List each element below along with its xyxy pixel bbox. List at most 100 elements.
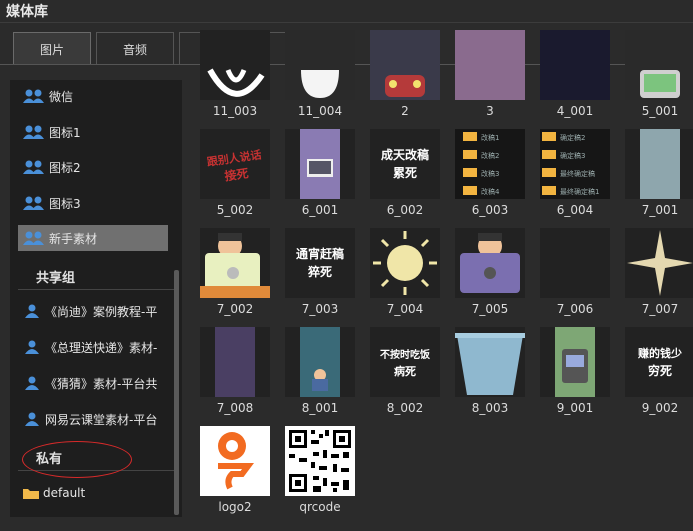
folder-icon (22, 486, 40, 500)
thumbnail-label: 7_007 (641, 302, 679, 316)
thumbnail-7-005[interactable] (455, 228, 525, 298)
group-icon (22, 124, 46, 140)
thumbnail-7-007[interactable] (625, 228, 693, 298)
annotation-ellipse (22, 441, 132, 478)
group-icon (22, 195, 46, 211)
thumbnail-label: 7_008 (216, 401, 254, 415)
thumbnail-6-001[interactable] (285, 129, 355, 199)
sidebar-item-label: 图标3 (49, 196, 81, 211)
svg-text:确定稿3: 确定稿3 (560, 151, 585, 160)
svg-text:改稿4: 改稿4 (481, 187, 500, 196)
thumbnail-7-004[interactable] (370, 228, 440, 298)
thumbnail-3[interactable] (455, 30, 525, 100)
svg-text:最终确定稿: 最终确定稿 (560, 169, 595, 178)
sidebar-item-label: 图标1 (49, 125, 81, 140)
thumbnail-label: 6_004 (556, 203, 594, 217)
thumbnail-2[interactable] (370, 30, 440, 100)
sidebar-item-shared-2[interactable]: 《总理送快递》素材- (18, 334, 168, 360)
svg-text:通宵赶稿: 通宵赶稿 (296, 246, 344, 261)
svg-text:改稿2: 改稿2 (481, 151, 499, 160)
sidebar-item-icons2[interactable]: 图标2 (18, 154, 168, 180)
window-title: 媒体库 (6, 4, 48, 20)
thumbnail-7-006[interactable] (540, 228, 610, 298)
thumbnail-6-002[interactable]: 成天改稿 累死 (370, 129, 440, 199)
thumbnail-7-001[interactable] (625, 129, 693, 199)
svg-text:成天改稿: 成天改稿 (381, 147, 429, 162)
thumbnail-8-003[interactable] (455, 327, 525, 397)
folder-label: default (43, 486, 86, 500)
svg-text:跟别人说话: 跟别人说话 (206, 147, 262, 169)
sidebar-scrollbar[interactable] (174, 270, 179, 515)
svg-text:确定稿2: 确定稿2 (560, 133, 585, 142)
thumbnail-8-002[interactable]: 不按时吃饭 病死 (370, 327, 440, 397)
svg-text:改稿3: 改稿3 (481, 169, 499, 178)
user-icon (22, 375, 42, 391)
tab-audio[interactable]: 音频 (96, 32, 174, 65)
sidebar-item-label: 网易云课堂素材-平台 (45, 412, 158, 427)
thumbnail-6-004[interactable]: 确定稿2 确定稿3 最终确定稿最终确定稿1 (540, 129, 610, 199)
sidebar-item-weixin[interactable]: 微信 (18, 83, 168, 109)
thumbnail-9-001[interactable] (540, 327, 610, 397)
thumbnail-label: 6_001 (301, 203, 339, 217)
thumbnail-label: 5_002 (216, 203, 254, 217)
thumbnail-label: 7_004 (386, 302, 424, 316)
thumbnail-8-001[interactable] (285, 327, 355, 397)
thumbnail-label: 8_003 (471, 401, 509, 415)
media-library-window: 媒体库 图片 音频 视频 字体 全选 微信 图标1 图标2 图标3 新手素材 共… (0, 0, 693, 531)
thumbnail-9-002[interactable]: 赚的钱少 穷死 (625, 327, 693, 397)
thumbnail-label: 8_002 (386, 401, 424, 415)
thumbnail-label: qrcode (299, 500, 341, 514)
svg-text:赚的钱少: 赚的钱少 (637, 346, 682, 360)
sidebar-item-shared-3[interactable]: 《猜猜》素材-平台共 (18, 370, 168, 396)
tab-images[interactable]: 图片 (13, 32, 91, 65)
sidebar-item-shared-4[interactable]: 网易云课堂素材-平台 (18, 406, 168, 432)
shared-group-header: 共享组 (36, 271, 76, 286)
thumbnail-label: 3 (486, 104, 494, 118)
sidebar-item-label: 微信 (49, 89, 74, 104)
svg-text:改稿1: 改稿1 (481, 133, 499, 142)
thumbnail-4-001[interactable] (540, 30, 610, 100)
thumbnail-label: 5_001 (641, 104, 679, 118)
thumbnail-7-003[interactable]: 通宵赶稿 猝死 (285, 228, 355, 298)
thumbnail-label: logo2 (218, 500, 252, 514)
svg-text:不按时吃饭: 不按时吃饭 (380, 348, 430, 361)
title-divider (0, 22, 693, 23)
thumbnail-label: 11_004 (297, 104, 343, 118)
sidebar-item-newbie-assets[interactable]: 新手素材 (18, 225, 168, 251)
sidebar-item-icons1[interactable]: 图标1 (18, 119, 168, 145)
svg-text:猝死: 猝死 (307, 264, 332, 279)
thumbnail-label: 7_001 (641, 203, 679, 217)
thumbnail-label: 11_003 (212, 104, 258, 118)
sidebar-item-shared-1[interactable]: 《尚迪》案例教程-平 (18, 298, 168, 324)
thumbnail-qrcode[interactable] (285, 426, 355, 496)
sidebar-item-icons3[interactable]: 图标3 (18, 190, 168, 216)
user-icon (22, 411, 42, 427)
thumbnail-6-003[interactable]: 改稿1 改稿2 改稿3 改稿4 (455, 129, 525, 199)
svg-text:接死: 接死 (224, 165, 250, 183)
folder-default[interactable]: default (18, 480, 168, 506)
thumbnail-5-002[interactable]: 跟别人说话 接死 (200, 129, 270, 199)
group-icon (22, 159, 46, 175)
thumbnail-11-003[interactable] (200, 30, 270, 100)
sidebar-item-label: 《尚迪》案例教程-平 (45, 304, 158, 319)
thumbnail-label: 7_006 (556, 302, 594, 316)
svg-text:最终确定稿1: 最终确定稿1 (560, 187, 599, 196)
thumbnail-5-001[interactable] (625, 30, 693, 100)
thumbnail-label: 7_005 (471, 302, 509, 316)
sidebar-item-label: 新手素材 (49, 231, 98, 246)
thumbnail-7-008[interactable] (200, 327, 270, 397)
thumbnail-7-002[interactable] (200, 228, 270, 298)
user-icon (22, 339, 42, 355)
svg-text:累死: 累死 (393, 166, 417, 180)
sidebar-item-label: 图标2 (49, 160, 81, 175)
sidebar-item-label: 《猜猜》素材-平台共 (45, 376, 158, 391)
user-icon (22, 303, 42, 319)
svg-text:病死: 病死 (394, 364, 416, 378)
thumbnail-logo2[interactable] (200, 426, 270, 496)
thumbnail-label: 9_002 (641, 401, 679, 415)
thumbnail-label: 2 (401, 104, 409, 118)
thumbnail-label: 6_003 (471, 203, 509, 217)
thumbnail-label: 7_002 (216, 302, 254, 316)
thumbnail-11-004[interactable] (285, 30, 355, 100)
group-icon (22, 88, 46, 104)
